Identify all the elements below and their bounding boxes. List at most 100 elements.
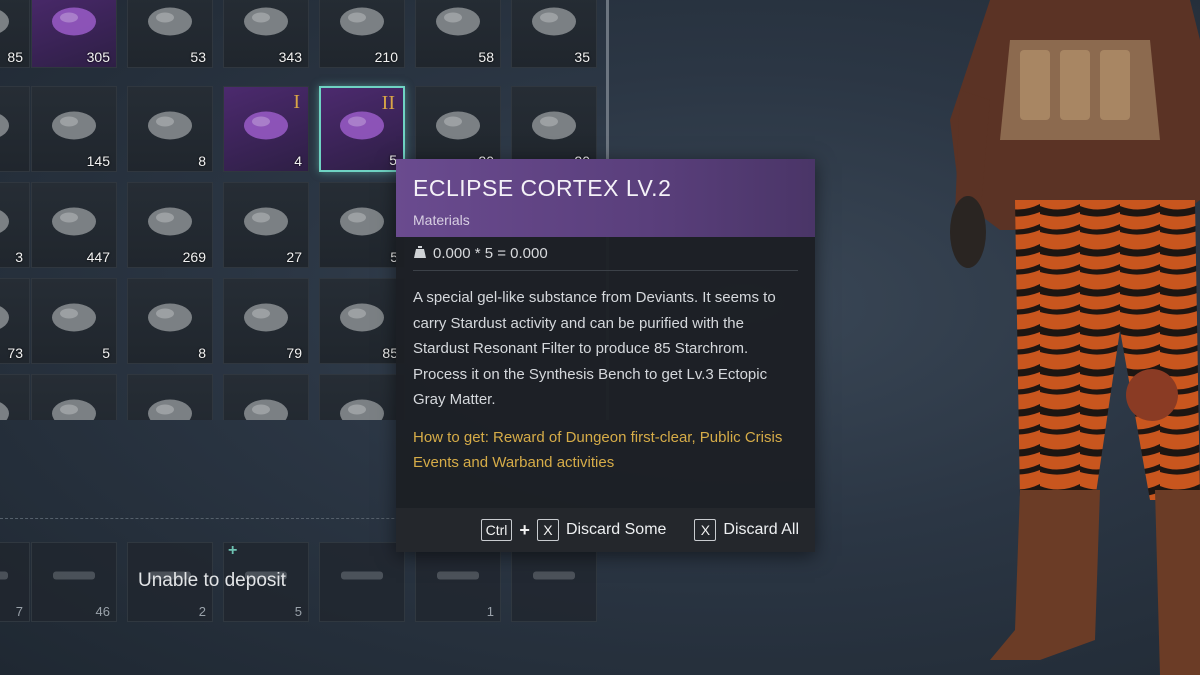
deposit-plus-icon: +	[228, 542, 238, 559]
seed-pile-icon	[239, 197, 293, 246]
inventory-slot[interactable]: 343	[223, 0, 309, 68]
leather-hide-icon	[143, 101, 197, 150]
item-quantity: 3	[15, 249, 23, 265]
deposit-status-label: Unable to deposit	[138, 570, 286, 591]
deposit-slot[interactable]: 1	[415, 542, 501, 622]
deposit-quantity: 1	[486, 604, 494, 619]
deposit-quantity: 46	[95, 604, 110, 619]
discard-all-button[interactable]: Discard All	[723, 521, 799, 539]
yellow-lump-icon	[335, 0, 389, 46]
scrap-pile-icon	[335, 293, 389, 342]
deposit-slot[interactable]	[319, 542, 405, 622]
partial-item-icon	[0, 558, 12, 599]
deposit-quantity: 2	[198, 604, 206, 619]
bottle-icon	[239, 0, 293, 46]
cloth-roll-icon	[143, 197, 197, 246]
tooltip-how-to-get: How to get: Reward of Dungeon first-clea…	[413, 428, 783, 472]
bracket-icon	[143, 389, 197, 420]
partial-item-icon	[0, 293, 14, 342]
inventory-slot[interactable]: 79	[223, 278, 309, 364]
fabric-scrap-icon	[335, 197, 389, 246]
inventory-slot[interactable]	[0, 374, 30, 420]
inventory-slot[interactable]: 85	[0, 0, 30, 68]
item-quantity: 73	[7, 345, 23, 361]
inventory-slot[interactable]: 53	[127, 0, 213, 68]
item-quantity: 305	[86, 49, 110, 65]
item-quantity: 79	[286, 345, 302, 361]
inventory-slot[interactable]	[0, 86, 30, 172]
inventory-slot[interactable]	[127, 374, 213, 420]
item-quantity: 35	[574, 49, 590, 65]
item-quantity: 343	[278, 49, 302, 65]
tier-numeral: I	[293, 91, 300, 113]
mug-icon	[49, 558, 99, 599]
inventory-slot[interactable]: II 5	[319, 86, 405, 172]
claw-icon	[335, 389, 389, 420]
ctrl-key: Ctrl	[480, 519, 513, 541]
purple-orb-icon	[47, 0, 101, 46]
partial-item-icon	[0, 197, 14, 246]
tooltip-header: ECLIPSE CORTEX LV.2 Materials	[396, 159, 815, 237]
character-model	[950, 0, 1200, 675]
item-quantity: 27	[286, 249, 302, 265]
item-quantity: 8	[198, 345, 206, 361]
item-quantity: 4	[294, 153, 302, 169]
item-quantity: 210	[374, 49, 398, 65]
inventory-slot[interactable]: 8	[127, 278, 213, 364]
clamp-icon	[47, 389, 101, 420]
inventory-slot[interactable]: 73	[0, 278, 30, 364]
axe-icon	[337, 558, 387, 599]
inventory-slot[interactable]	[223, 374, 309, 420]
inventory-slot[interactable]: 447	[31, 182, 117, 268]
shotgun-icon	[433, 558, 483, 599]
tooltip-category: Materials	[413, 212, 470, 228]
inventory-slot[interactable]: 269	[127, 182, 213, 268]
inventory-slot[interactable]: 5	[319, 182, 405, 268]
inventory-slot[interactable]: 58	[415, 0, 501, 68]
wood-log-icon	[47, 101, 101, 150]
inventory-slot[interactable]: 8	[127, 86, 213, 172]
inventory-slot[interactable]: 27	[223, 182, 309, 268]
tooltip-weight-row: 0.000 * 5 = 0.000	[413, 237, 798, 271]
inventory-slot[interactable]: 145	[31, 86, 117, 172]
partial-item-icon	[0, 389, 14, 420]
inventory-slot[interactable]: 35	[511, 0, 597, 68]
inventory-slot[interactable]	[319, 374, 405, 420]
x-key: X	[536, 519, 559, 541]
item-quantity: 5	[102, 345, 110, 361]
inventory-slot[interactable]: 3	[0, 182, 30, 268]
discard-some-button[interactable]: Discard Some	[566, 521, 666, 539]
item-quantity: 269	[182, 249, 206, 265]
glass-tube-icon	[527, 0, 581, 46]
rifle-icon	[529, 558, 579, 599]
tooltip-weight-value: 0.000 * 5 = 0.000	[433, 245, 548, 262]
deposit-slot[interactable]: 46	[31, 542, 117, 622]
deposit-slot[interactable]: 7	[0, 542, 30, 622]
inventory-slot[interactable]: 85	[319, 278, 405, 364]
key-combo-plus: +	[519, 519, 530, 540]
partial-item-icon	[0, 0, 14, 46]
item-tooltip: ECLIPSE CORTEX LV.2 Materials 0.000 * 5 …	[396, 159, 815, 552]
deposit-slot[interactable]	[511, 542, 597, 622]
item-quantity: 447	[86, 249, 110, 265]
item-quantity: 53	[190, 49, 206, 65]
deposit-quantity: 5	[294, 604, 302, 619]
inventory-slot[interactable]: I4	[223, 86, 309, 172]
inventory-slot[interactable]	[31, 374, 117, 420]
purple-crystal-icon	[239, 101, 293, 150]
inventory-slot[interactable]: 305	[31, 0, 117, 68]
weight-icon	[413, 245, 427, 263]
fabric-roll-icon	[47, 293, 101, 342]
tooltip-description: A special gel-like substance from Devian…	[413, 289, 776, 408]
ore-pile-icon	[143, 0, 197, 46]
inventory-slot[interactable]: 210	[319, 0, 405, 68]
item-quantity: 8	[198, 153, 206, 169]
inventory-slot[interactable]: 5	[31, 278, 117, 364]
tooltip-actions: Ctrl + X Discard Some X Discard All	[396, 508, 815, 552]
circuit-board-icon	[431, 0, 485, 46]
tier-numeral: II	[381, 92, 395, 114]
metal-plate-icon	[431, 101, 485, 150]
tooltip-title: ECLIPSE CORTEX LV.2	[413, 175, 672, 201]
x-key: X	[694, 519, 717, 541]
item-quantity: 58	[478, 49, 494, 65]
